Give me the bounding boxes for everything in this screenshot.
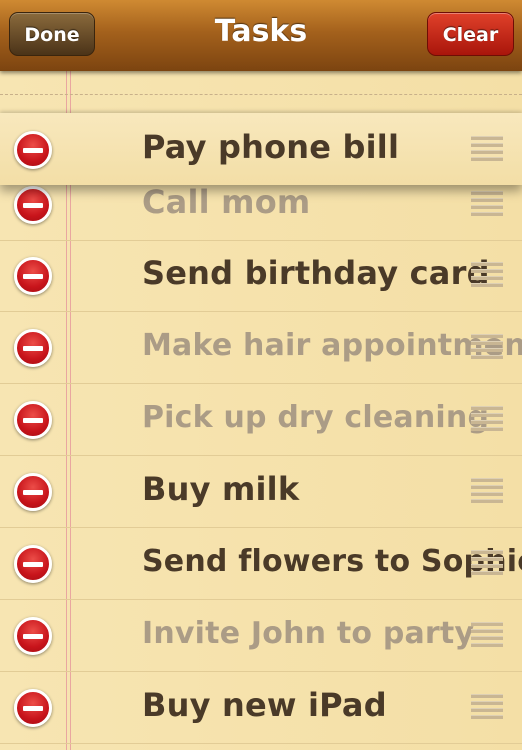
reorder-handle-icon[interactable] <box>471 550 503 578</box>
task-row[interactable]: Invite John to party <box>0 599 522 672</box>
reorder-handle-icon[interactable] <box>471 622 503 650</box>
task-label: Call mom <box>142 183 311 221</box>
task-row[interactable]: Send birthday card <box>0 239 522 312</box>
delete-icon[interactable] <box>14 617 52 655</box>
delete-icon[interactable] <box>14 186 52 224</box>
reorder-handle-icon[interactable] <box>471 262 503 290</box>
task-label: Send birthday card <box>142 254 490 292</box>
delete-icon[interactable] <box>14 131 52 169</box>
reorder-handle-icon[interactable] <box>471 478 503 506</box>
task-row[interactable]: Pick up dry cleaning <box>0 383 522 456</box>
task-row[interactable]: Make hair appointment <box>0 311 522 384</box>
reorder-handle-icon[interactable] <box>471 694 503 722</box>
task-label: Make hair appointment <box>142 328 522 363</box>
task-row[interactable]: Send flowers to Sophie <box>0 527 522 600</box>
task-label: Pay phone bill <box>142 128 400 166</box>
task-label: Invite John to party <box>142 616 475 651</box>
navigation-bar: Done Tasks Clear <box>0 0 522 71</box>
reorder-handle-icon[interactable] <box>471 334 503 362</box>
task-label: Buy milk <box>142 470 300 508</box>
task-label: Send flowers to Sophie <box>142 544 522 579</box>
task-label: Buy new iPad <box>142 686 387 724</box>
task-row[interactable]: Pay phone bill <box>0 113 522 185</box>
delete-icon[interactable] <box>14 401 52 439</box>
delete-icon[interactable] <box>14 473 52 511</box>
paper-rule <box>0 94 522 95</box>
delete-icon[interactable] <box>14 689 52 727</box>
task-label: Pick up dry cleaning <box>142 400 490 435</box>
delete-icon[interactable] <box>14 329 52 367</box>
task-row[interactable]: Buy new iPad <box>0 671 522 744</box>
task-row[interactable]: Buy milk <box>0 455 522 528</box>
reorder-handle-icon[interactable] <box>471 136 503 164</box>
reorder-handle-icon[interactable] <box>471 191 503 219</box>
clear-button[interactable]: Clear <box>427 12 514 56</box>
delete-icon[interactable] <box>14 545 52 583</box>
delete-icon[interactable] <box>14 257 52 295</box>
reorder-handle-icon[interactable] <box>471 406 503 434</box>
